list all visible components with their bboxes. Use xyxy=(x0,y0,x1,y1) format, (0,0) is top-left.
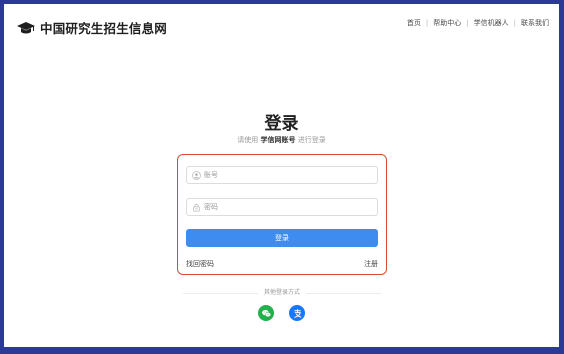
login-title: 登录 xyxy=(264,114,299,134)
username-input[interactable] xyxy=(204,168,374,182)
alipay-icon xyxy=(293,308,301,318)
password-field[interactable] xyxy=(186,198,378,216)
top-navigation: 首页 | 帮助中心 | 学信机器人 | 联系我们 xyxy=(407,18,549,28)
nav-link-help-center[interactable]: 帮助中心 xyxy=(433,18,461,28)
nav-link-xuexin-robot[interactable]: 学信机器人 xyxy=(474,18,509,28)
nav-link-home[interactable]: 首页 xyxy=(407,18,421,28)
nav-separator: | xyxy=(425,19,429,27)
nav-separator: | xyxy=(513,19,516,27)
password-input[interactable] xyxy=(204,200,374,214)
login-subtitle: 请使用 学信网账号 进行登录 xyxy=(4,135,559,145)
login-form: 登录 找回密码 注册 xyxy=(177,154,387,275)
login-button[interactable]: 登录 xyxy=(186,229,378,247)
lock-icon xyxy=(193,203,200,211)
forgot-password-link[interactable]: 找回密码 xyxy=(186,259,214,269)
site-title: 中国研究生招生信息网 xyxy=(40,21,168,36)
other-login-divider: 其他登录方式 xyxy=(183,288,381,298)
subtitle-prefix: 请使用 xyxy=(237,136,259,144)
graduation-cap-icon xyxy=(17,21,35,33)
subtitle-account-name: 学信网账号 xyxy=(260,136,296,144)
nav-link-contact-us[interactable]: 联系我们 xyxy=(521,18,549,28)
alipay-login-button[interactable] xyxy=(289,305,305,321)
other-login-label: 其他登录方式 xyxy=(257,288,307,298)
wechat-login-button[interactable] xyxy=(258,305,274,321)
site-logo[interactable]: 中国研究生招生信息网 xyxy=(16,18,167,37)
wechat-icon xyxy=(261,309,271,317)
page-frame: 中国研究生招生信息网 首页 | 帮助中心 | 学信机器人 | 联系我们 登录 请… xyxy=(4,4,559,347)
nav-separator: | xyxy=(466,19,469,27)
user-icon xyxy=(192,170,201,180)
register-link[interactable]: 注册 xyxy=(364,259,378,269)
username-field[interactable] xyxy=(186,166,378,184)
subtitle-suffix: 进行登录 xyxy=(297,136,326,144)
